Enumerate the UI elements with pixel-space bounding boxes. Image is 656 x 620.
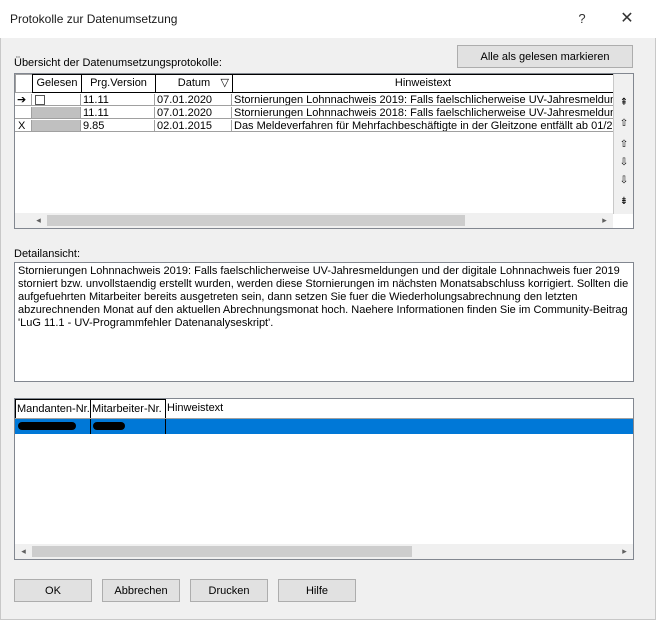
read-cell[interactable] [32, 120, 81, 132]
close-icon[interactable]: ✕ [613, 6, 641, 32]
scroll-thumb[interactable] [32, 546, 412, 557]
column-header-date[interactable]: Datum ▽ [155, 74, 233, 93]
move-page-down-icon[interactable]: ⇩ [616, 172, 632, 189]
print-button[interactable]: Drucken [190, 579, 268, 602]
window-title: Protokolle zur Datenumsetzung [10, 12, 178, 26]
scroll-thumb[interactable] [47, 215, 465, 226]
move-top-icon[interactable]: ⇞ [616, 94, 632, 111]
move-bottom-icon[interactable]: ⇟ [616, 193, 632, 210]
protocol-row[interactable]: 11.11 07.01.2020 Stornierungen Lohnnachw… [15, 107, 615, 119]
column-header-note[interactable]: Hinweistext [166, 399, 286, 419]
detail-textbox[interactable]: Stornierungen Lohnnachweis 2019: Falls f… [14, 262, 634, 382]
employee-hscrollbar[interactable]: ◂ ▸ [15, 544, 633, 559]
redacted-scribble [93, 422, 125, 430]
move-down-icon[interactable]: ⇩ [616, 154, 632, 171]
scroll-right-icon[interactable]: ▸ [617, 544, 632, 559]
overview-label: Übersicht der Datenumsetzungsprotokolle: [14, 57, 222, 69]
record-navigator: ⇞ ⇧ ⇧ ⇩ ⇩ ⇟ [613, 74, 633, 214]
note-cell: Stornierungen Lohnnachweis 2019: Falls f… [232, 94, 614, 106]
column-header-client-no[interactable]: Mandanten-Nr. [15, 399, 91, 419]
note-cell: Stornierungen Lohnnachweis 2018: Falls f… [232, 107, 614, 119]
scroll-left-icon[interactable]: ◂ [16, 544, 31, 559]
scroll-right-icon[interactable]: ▸ [597, 213, 612, 228]
cancel-button[interactable]: Abbrechen [102, 579, 180, 602]
protocol-hscrollbar[interactable]: ◂ ▸ [15, 213, 613, 228]
protocol-row[interactable]: ➔ 11.11 07.01.2020 Stornierungen Lohnnac… [15, 94, 615, 106]
ok-button[interactable]: OK [14, 579, 92, 602]
column-header-date-label: Datum [177, 77, 211, 89]
protocol-row[interactable]: X 9.85 02.01.2015 Das Meldeverfahren für… [15, 120, 615, 132]
read-checkbox[interactable] [35, 95, 45, 105]
sort-descending-icon: ▽ [220, 77, 229, 89]
version-cell: 9.85 [81, 120, 155, 132]
mark-all-read-button[interactable]: Alle als gelesen markieren [457, 45, 633, 68]
title-bar: Protokolle zur Datenumsetzung ? ✕ [0, 0, 656, 38]
redacted-scribble [18, 422, 76, 430]
column-header-version[interactable]: Prg.Version [81, 74, 156, 93]
row-indicator [15, 107, 32, 119]
row-header-corner [15, 74, 33, 93]
column-header-read[interactable]: Gelesen [32, 74, 82, 93]
date-cell: 02.01.2015 [155, 120, 232, 132]
help-icon[interactable]: ? [568, 6, 596, 32]
detail-label: Detailansicht: [14, 248, 81, 260]
note-cell: Das Meldeverfahren für Mehrfachbeschäfti… [232, 120, 614, 132]
employee-row-selected[interactable] [15, 419, 633, 434]
current-row-arrow-icon: ➔ [17, 94, 27, 106]
column-header-note[interactable]: Hinweistext [232, 74, 614, 93]
employee-grid[interactable]: Mandanten-Nr. Mitarbeiter-Nr. Hinweistex… [14, 398, 634, 560]
column-header-employee-no[interactable]: Mitarbeiter-Nr. [90, 399, 166, 419]
read-cell[interactable] [32, 107, 81, 119]
employee-no-cell [91, 419, 166, 434]
date-cell: 07.01.2020 [155, 107, 232, 119]
version-cell: 11.11 [81, 94, 155, 106]
row-indicator: X [15, 120, 32, 132]
scroll-left-icon[interactable]: ◂ [31, 213, 46, 228]
row-indicator: ➔ [15, 94, 32, 106]
client-no-cell [15, 419, 91, 434]
read-mark: X [18, 120, 26, 132]
move-page-up-icon[interactable]: ⇧ [616, 115, 632, 132]
read-cell[interactable] [32, 94, 81, 106]
move-up-icon[interactable]: ⇧ [616, 136, 632, 153]
date-cell: 07.01.2020 [155, 94, 232, 106]
protocol-grid-header: Gelesen Prg.Version Datum ▽ Hinweistext [15, 74, 615, 93]
protocol-grid[interactable]: Gelesen Prg.Version Datum ▽ Hinweistext … [14, 73, 634, 229]
help-button[interactable]: Hilfe [278, 579, 356, 602]
version-cell: 11.11 [81, 107, 155, 119]
